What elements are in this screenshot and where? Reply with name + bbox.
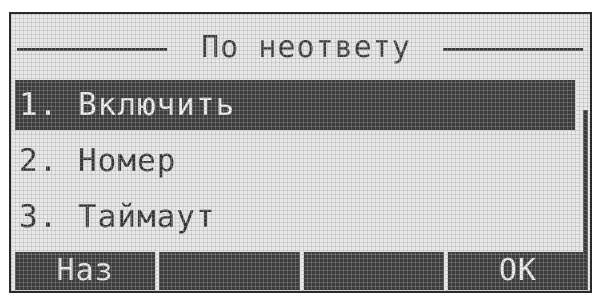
menu-list: 1. Включить 2. Номер 3. Таймаут: [15, 80, 575, 248]
softkey-3-button[interactable]: [303, 252, 444, 290]
menu-item-timeout[interactable]: 3. Таймаут: [15, 192, 575, 242]
scrollbar[interactable]: [583, 110, 588, 252]
device-frame: По неответу 1. Включить 2. Номер 3. Тайм…: [0, 0, 604, 306]
menu-item-number[interactable]: 2. Номер: [15, 136, 575, 186]
screen-title: По неответу: [201, 30, 411, 65]
lcd-screen: По неответу 1. Включить 2. Номер 3. Тайм…: [9, 12, 592, 293]
softkey-ok-button[interactable]: OK: [447, 252, 588, 290]
menu-item-label: 3. Таймаут: [19, 199, 216, 235]
menu-item-label: 1. Включить: [19, 87, 236, 123]
softkey-bar: Наз OK: [15, 252, 588, 290]
softkey-2-button[interactable]: [159, 252, 300, 290]
title-bar: По неответу: [11, 28, 590, 68]
softkey-back-button[interactable]: Наз: [15, 252, 156, 290]
title-divider-right: [443, 48, 583, 51]
menu-item-label: 2. Номер: [19, 143, 177, 179]
title-divider-left: [17, 48, 167, 51]
menu-item-enable[interactable]: 1. Включить: [15, 80, 575, 130]
